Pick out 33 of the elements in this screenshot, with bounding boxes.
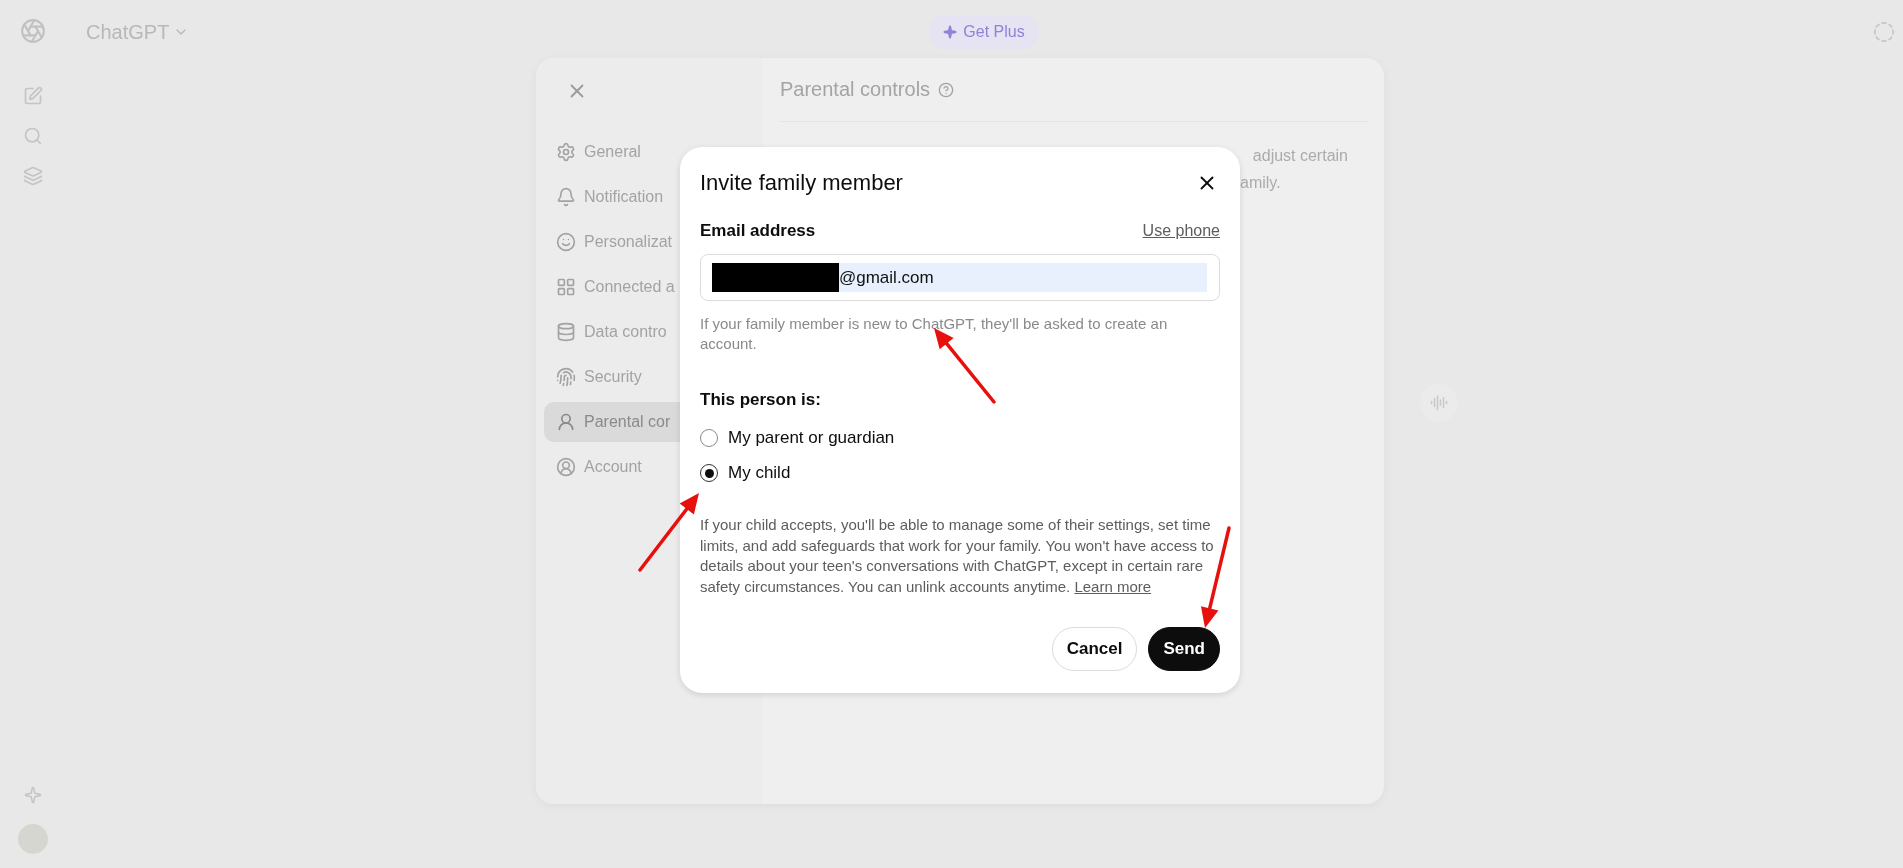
person-icon [556,412,576,432]
hint-text: If your family member is new to ChatGPT, they'll be asked to create an account. [700,314,1169,354]
settings-text: adjust certain [1252,146,1348,166]
get-plus-button[interactable]: Get Plus [929,15,1039,49]
use-phone-link[interactable]: Use phone [1142,222,1220,240]
settings-text: amily. [1240,173,1281,193]
search-icon[interactable] [23,126,43,146]
grid-icon [556,277,576,297]
settings-title: Parental controls [780,78,931,101]
field-label: Email address [700,221,816,241]
sparkle-icon [943,25,958,39]
database-icon [556,322,576,342]
sparkle-icon[interactable] [24,786,42,804]
help-icon[interactable] [938,81,955,98]
avatar[interactable] [18,824,48,854]
gear-icon [556,142,576,162]
smile-icon [556,232,576,252]
bell-icon [556,187,576,207]
radio-option[interactable]: My child [700,463,1220,483]
new-chat-icon[interactable] [23,86,43,106]
cancel-button[interactable]: Cancel [1051,627,1138,671]
user-circle-icon [556,457,576,477]
dashed-circle-icon[interactable] [1873,21,1895,43]
dialog-title: Invite family member [700,170,903,196]
learn-more-link[interactable]: Learn more [1074,577,1152,595]
settings-nav-item[interactable]: General [544,132,754,172]
description-text: If your child accepts, you'll be able to manage some of their settings, set time limits, and add safeguards that work for your family. You won't have access to details about your teen's conversations with ChatGPT, except in certain rare safety circumstances. You can unlink accounts anytime. Learn more [700,515,1215,597]
waveform-icon [1430,394,1448,412]
send-button[interactable]: Send [1148,627,1220,671]
logo-icon[interactable] [20,18,46,44]
fingerprint-icon [556,367,576,387]
email-field[interactable]: @gmail.com [700,254,1220,301]
library-icon[interactable] [23,166,43,186]
